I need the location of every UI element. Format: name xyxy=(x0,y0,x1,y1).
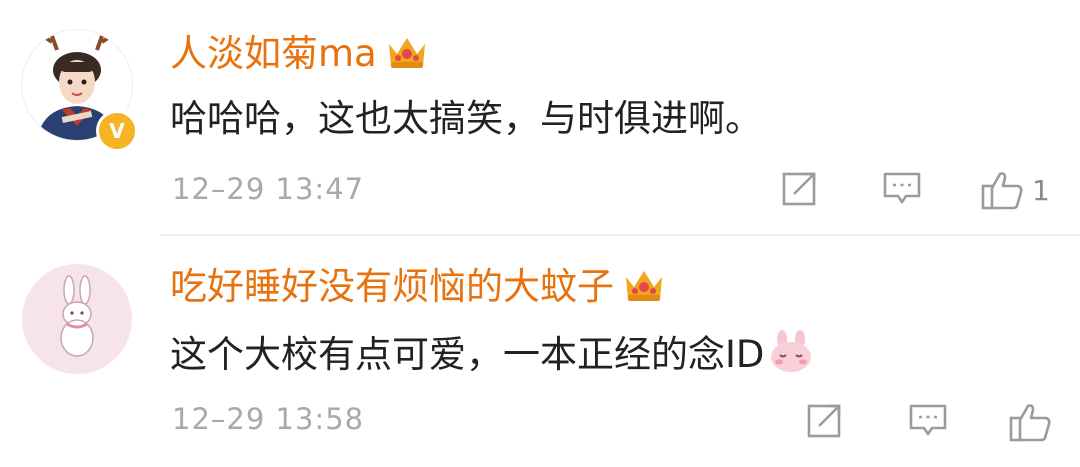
reply-icon xyxy=(883,172,921,204)
comment-text: 哈哈哈，这也太搞笑，与时俱进啊。 xyxy=(170,97,762,140)
like-button[interactable]: 1 xyxy=(980,168,1050,212)
crown-icon xyxy=(388,38,425,68)
timestamp: 12–29 13:47 xyxy=(172,172,365,206)
comment-text-content: 这个大校有点可爱，一本正经的念ID xyxy=(170,333,765,376)
share-icon xyxy=(782,172,816,206)
comment-text: 这个大校有点可爱，一本正经的念ID xyxy=(170,329,814,378)
share-button[interactable] xyxy=(780,168,820,208)
username[interactable]: 吃好睡好没有烦恼的大蚊子 xyxy=(170,265,666,309)
username-text: 人淡如菊ma xyxy=(170,32,377,75)
timestamp: 12–29 13:58 xyxy=(172,402,365,436)
crown-icon xyxy=(626,271,662,301)
comment-item: V 人淡如菊ma 哈哈哈，这也太搞笑，与时俱进啊。 12–29 13:47 1 xyxy=(0,0,1080,236)
verified-badge-icon: V xyxy=(96,110,138,152)
like-button[interactable] xyxy=(1008,400,1052,444)
like-count: 1 xyxy=(1032,173,1050,207)
username-text: 吃好睡好没有烦恼的大蚊子 xyxy=(170,265,614,308)
username[interactable]: 人淡如菊ma xyxy=(170,32,429,76)
like-icon xyxy=(981,172,1023,210)
bunny-emoji-icon xyxy=(771,330,812,372)
share-icon xyxy=(807,404,841,438)
like-icon xyxy=(1009,404,1051,442)
reply-button[interactable] xyxy=(882,168,922,208)
share-button[interactable] xyxy=(805,400,845,440)
avatar-bunny-icon xyxy=(60,275,94,357)
reply-icon xyxy=(909,404,947,436)
avatar[interactable] xyxy=(22,264,132,374)
comment-item: 吃好睡好没有烦恼的大蚊子 这个大校有点可爱，一本正经的念ID 12–29 13:… xyxy=(0,236,1080,467)
reply-button[interactable] xyxy=(908,400,948,440)
